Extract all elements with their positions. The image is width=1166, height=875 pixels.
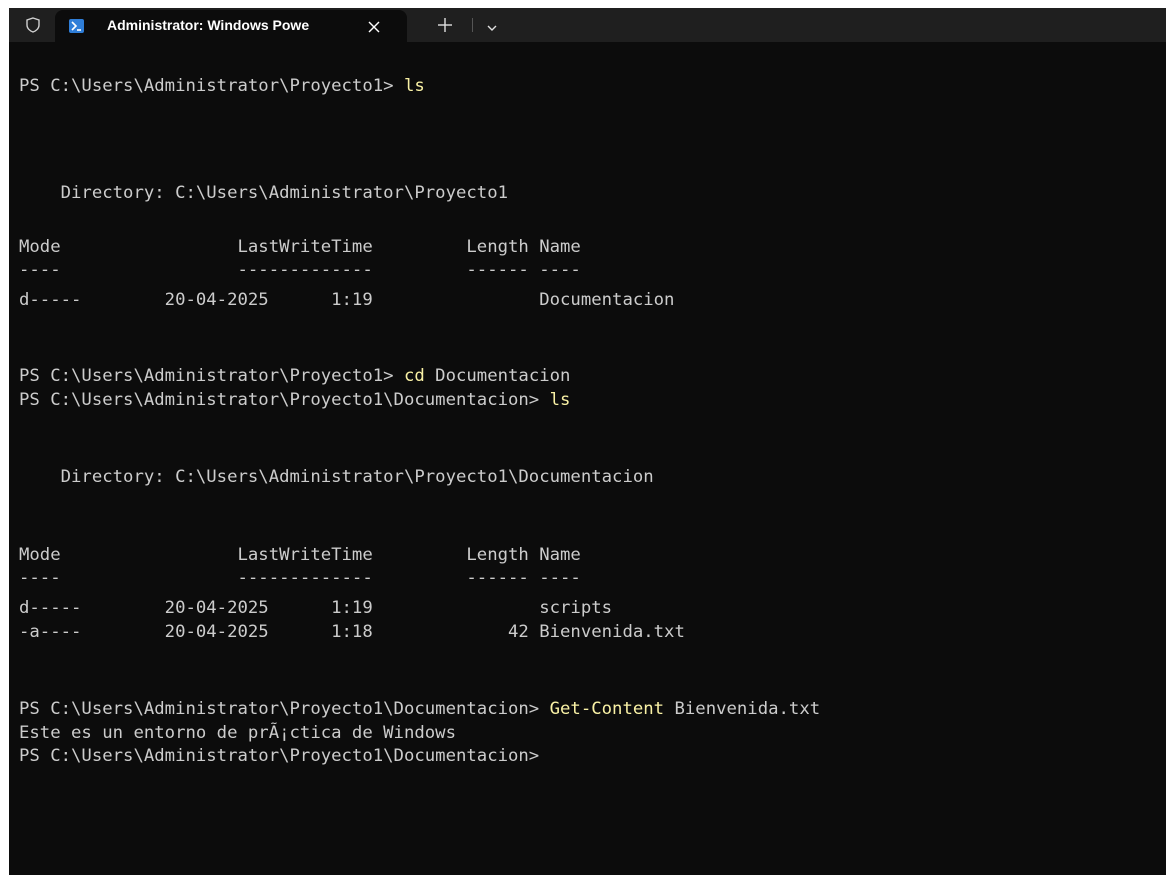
tab-separator (472, 18, 473, 32)
command-args: Bienvenida.txt (664, 699, 821, 719)
prompt-text: PS C:\Users\Administrator\Proyecto1\Docu… (19, 699, 550, 719)
prompt-text: PS C:\Users\Administrator\Proyecto1> (19, 366, 404, 386)
prompt-line: PS C:\Users\Administrator\Proyecto1\Docu… (19, 744, 539, 768)
shield-icon (25, 17, 41, 33)
plus-icon (438, 18, 452, 32)
table-row: d----- 20-04-2025 1:19 Documentacion (19, 290, 675, 310)
prompt-line: PS C:\Users\Administrator\Proyecto1\Docu… (19, 697, 820, 721)
tab-dropdown-button[interactable] (485, 19, 499, 31)
prompt-text: PS C:\Users\Administrator\Proyecto1\Docu… (19, 390, 550, 410)
terminal-window: Administrator: Windows Powe PS C:\Users\… (9, 8, 1166, 875)
table-header-underline: ---- ------------- ------ ---- (19, 568, 581, 588)
prompt-line: PS C:\Users\Administrator\Proyecto1\Docu… (19, 388, 570, 412)
table-row: d----- 20-04-2025 1:19 scripts (19, 598, 613, 618)
table-header: Mode LastWriteTime Length Name (19, 237, 581, 257)
output-text: Este es un entorno de prÃ¡ctica de Windo… (19, 723, 456, 743)
directory-header: Directory: C:\Users\Administrator\Proyec… (19, 467, 654, 487)
command-text: ls (549, 390, 571, 410)
table-row: -a---- 20-04-2025 1:18 42 Bienvenida.txt (19, 622, 685, 642)
command-args: Documentacion (424, 366, 571, 386)
prompt-text: PS C:\Users\Administrator\Proyecto1> (19, 76, 404, 96)
close-icon[interactable] (367, 19, 381, 33)
new-tab-button[interactable] (434, 14, 456, 36)
command-text: cd (403, 366, 425, 386)
terminal-output[interactable]: PS C:\Users\Administrator\Proyecto1> ls … (19, 42, 1159, 872)
tab-powershell[interactable]: Administrator: Windows Powe (55, 10, 407, 42)
powershell-icon (69, 19, 84, 33)
directory-header: Directory: C:\Users\Administrator\Proyec… (19, 183, 508, 203)
chevron-down-icon (487, 25, 497, 31)
table-header: Mode LastWriteTime Length Name (19, 545, 581, 565)
command-text: Get-Content (549, 699, 665, 719)
prompt-text: PS C:\Users\Administrator\Proyecto1\Docu… (19, 746, 540, 766)
command-text: ls (403, 76, 425, 96)
tab-title: Administrator: Windows Powe (107, 17, 310, 33)
prompt-line: PS C:\Users\Administrator\Proyecto1> ls (19, 74, 425, 98)
title-bar: Administrator: Windows Powe (9, 8, 1166, 42)
table-header-underline: ---- ------------- ------ ---- (19, 260, 581, 280)
prompt-line: PS C:\Users\Administrator\Proyecto1> cd … (19, 364, 570, 388)
